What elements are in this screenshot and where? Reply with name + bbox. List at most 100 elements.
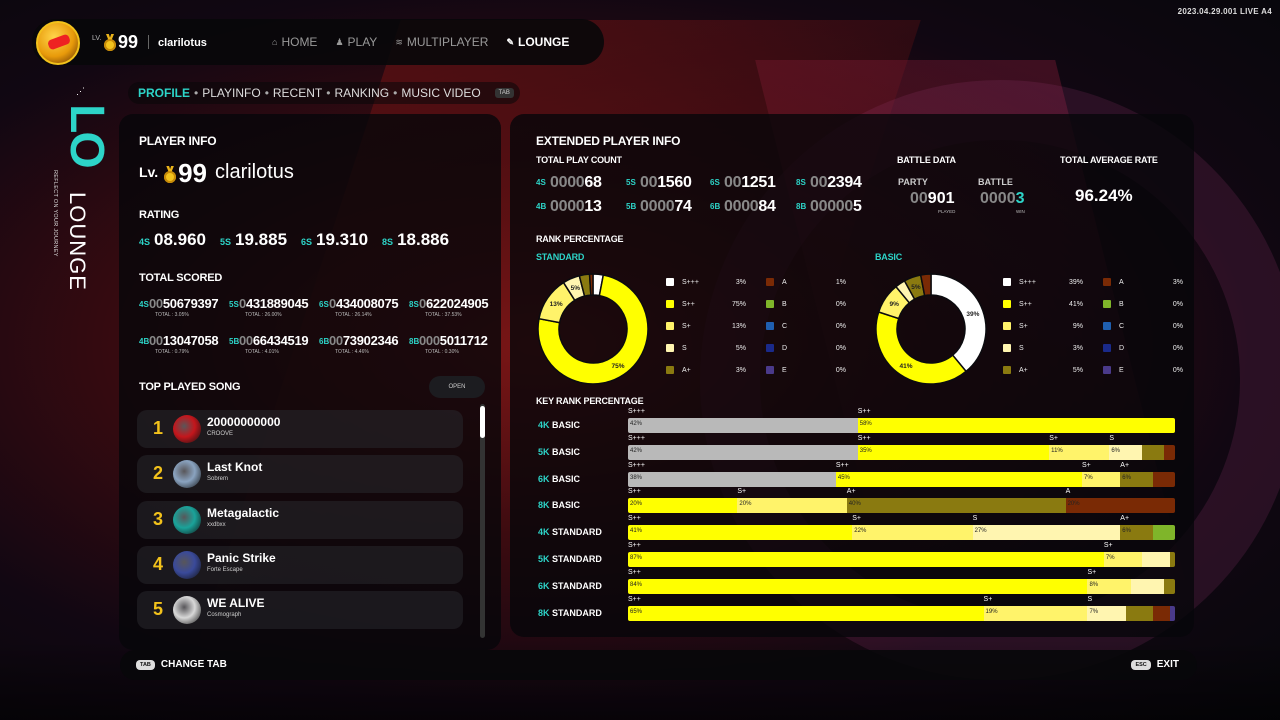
song-rank: 2	[153, 463, 164, 483]
song-title: 20000000000	[207, 415, 281, 429]
bar-grade-label: S+	[1049, 434, 1058, 442]
bar-segment-S: 27%	[972, 525, 1121, 541]
legend-item: S 5%	[666, 342, 746, 354]
tab-recent[interactable]: RECENT	[273, 86, 322, 100]
player-icon: ♟	[335, 36, 344, 47]
song-title: Last Knot	[207, 460, 263, 474]
tab-ranking[interactable]: RANKING	[334, 86, 389, 100]
medal-icon	[164, 166, 177, 183]
username: clarilotus	[158, 37, 207, 49]
legend-value: 0%	[1172, 300, 1183, 308]
nav-play[interactable]: ♟ PLAY	[335, 35, 377, 49]
legend-item: S+++ 39%	[1003, 276, 1083, 288]
legend-swatch	[1103, 278, 1111, 286]
rating-item: 8S 18.886	[382, 230, 449, 250]
esc-key-icon: ESC	[1131, 659, 1151, 670]
legend-item: E 0%	[1103, 364, 1183, 376]
scored-row: 4B 0013047058 TOTAL : 0.79% 5B 0066434519 TOT…	[139, 333, 499, 359]
total-scored-heading: TOTAL SCORED	[139, 272, 223, 284]
bar-row-label: 4K STANDARD	[538, 527, 602, 538]
legend-label: A+	[682, 366, 691, 374]
bar-segment-S+: 19%	[983, 605, 1088, 621]
bar-segment-A	[1164, 444, 1175, 460]
open-button[interactable]: OPEN	[429, 376, 485, 398]
change-tab-label: CHANGE TAB	[160, 659, 227, 670]
player-info-heading: PLAYER INFO	[139, 134, 217, 148]
scored-total: TOTAL : 3.05%	[155, 312, 189, 318]
tab-music-video[interactable]: MUSIC VIDEO	[401, 86, 480, 100]
avatar[interactable]	[36, 21, 80, 65]
bar-grade-label: S++	[857, 408, 871, 415]
bar-grade-label: S	[1109, 434, 1115, 442]
legend-swatch	[666, 366, 674, 374]
song-item[interactable]: 5 WE ALIVE Cosmograph	[137, 591, 463, 629]
legend-value: 9%	[1072, 322, 1083, 330]
donut-slice-label: 39%	[966, 311, 979, 318]
legend-swatch	[766, 322, 774, 330]
legend-label: S+	[1019, 322, 1028, 330]
donut-slice-label: 5%	[911, 284, 921, 291]
legend-swatch	[1003, 278, 1011, 286]
legend-value: 3%	[735, 366, 746, 374]
exit-button[interactable]: ESC EXIT	[1131, 659, 1179, 670]
bar-segment-A+	[1169, 552, 1175, 567]
legend-value: 0%	[1172, 322, 1183, 330]
play-count-cell: 8B 000005	[796, 198, 886, 218]
legend-value: 0%	[1172, 344, 1183, 352]
play-count-value: 002394	[810, 174, 862, 191]
legend-item: D 0%	[1103, 342, 1183, 354]
bar-grade-label: S++	[835, 461, 849, 469]
nav-multiplayer[interactable]: ≋ MULTIPLAYER	[395, 35, 488, 49]
level-number: 99	[118, 32, 139, 52]
legend-item: S++ 41%	[1003, 298, 1083, 310]
bar-segment-label: 27%	[974, 528, 987, 535]
scrollbar-thumb[interactable]	[480, 406, 485, 438]
nav-lounge[interactable]: ✎ LOUNGE	[506, 35, 569, 49]
song-artist: CROOVE	[207, 431, 234, 437]
tab-profile[interactable]: PROFILE	[138, 86, 190, 100]
song-item[interactable]: 1 20000000000 CROOVE	[137, 410, 463, 448]
scored-total: TOTAL : 37.53%	[425, 312, 462, 318]
bar-segment-S: 7%	[1087, 605, 1126, 621]
legend-swatch	[666, 322, 674, 330]
bottom-bar: TAB CHANGE TAB ESC EXIT	[120, 650, 1197, 680]
nav-label: PLAY	[347, 35, 378, 49]
bar-row: 4K STANDARD 41% 22% 27% 6% S++ S+ S A+	[536, 515, 1176, 541]
standard-title: STANDARD	[536, 252, 585, 262]
donut-slice-label: 41%	[899, 363, 912, 370]
legend-swatch	[1103, 344, 1111, 352]
rating-value: 19.885	[235, 230, 288, 249]
legend-value: 3%	[1172, 278, 1183, 286]
lounge-logo: ⋰ LO REFLECT ON YOUR JOURNEY LOUNGE	[52, 86, 113, 291]
logo-lounge: LOUNGE	[65, 192, 90, 291]
top-navigation-bar: LV. 99 clarilotus ⌂ HOME ♟ PLAY ≋ MULTIPLAYER…	[32, 19, 604, 65]
legend-label: S+	[682, 322, 691, 330]
scored-cell: 5B 0066434519 TOTAL : 4.01%	[229, 333, 319, 359]
song-item[interactable]: 3 Metagalactic xxdbxx	[137, 501, 463, 539]
song-item[interactable]: 2 Last Knot Sobrem	[137, 455, 463, 493]
legend-value: 3%	[1072, 344, 1083, 352]
bar-row: 6K STANDARD 84% 8% S++ S+	[536, 569, 1176, 595]
song-item[interactable]: 4 Panic Strike Forte Escape	[137, 546, 463, 584]
bar-segment-S: 6%	[1109, 444, 1143, 460]
legend-item: S++ 75%	[666, 298, 746, 310]
bar-grade-label: S	[1087, 595, 1093, 603]
bar-track: 20% 20% 40% 20%	[628, 498, 1175, 514]
legend-value: 1%	[835, 278, 846, 286]
scored-total: TOTAL : 26.00%	[245, 312, 282, 318]
bar-grade-label: S++	[628, 595, 641, 603]
nav-label: LOUNGE	[517, 35, 570, 49]
scrollbar[interactable]	[480, 404, 485, 638]
nav-home[interactable]: ⌂ HOME	[272, 35, 317, 49]
bar-row: 6K BASIC 38% 45% 7% 6% S+++ S++ S+ A+	[536, 462, 1176, 488]
scored-cell: 8B 0005011712 TOTAL : 0.30%	[409, 333, 499, 359]
bar-grade-label: A	[1065, 488, 1071, 496]
change-tab-hint[interactable]: TAB CHANGE TAB	[136, 659, 227, 670]
legend-label: D	[1119, 344, 1125, 352]
battle-label: BATTLE	[978, 177, 1013, 187]
legend-value: 0%	[835, 366, 846, 374]
bar-grade-label: S++	[628, 488, 641, 496]
legend-label: E	[782, 366, 787, 374]
tab-playinfo[interactable]: PLAYINFO	[202, 86, 260, 100]
play-count-value: 000005	[810, 198, 862, 215]
